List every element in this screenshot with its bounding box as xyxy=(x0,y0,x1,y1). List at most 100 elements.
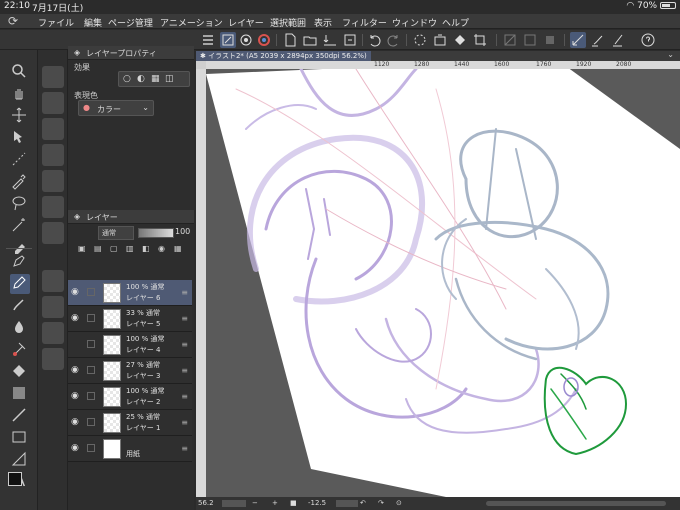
move-tool-icon[interactable] xyxy=(10,106,30,126)
layer-row[interactable]: ◉ 27 % 通常 レイヤー 3 ≡ xyxy=(68,358,192,384)
eye-icon[interactable] xyxy=(71,339,81,349)
subtool-button-2[interactable] xyxy=(42,92,64,114)
eye-icon[interactable]: ◉ xyxy=(71,391,81,401)
new-vector-layer-icon[interactable]: ▤ xyxy=(94,244,102,253)
decoration-tool-icon[interactable] xyxy=(10,340,30,360)
layer-menu-icon[interactable]: ≡ xyxy=(181,366,188,375)
figure-tool-icon[interactable] xyxy=(10,406,30,426)
selection-tool-icon[interactable] xyxy=(10,150,30,170)
color-wheel-icon[interactable] xyxy=(238,32,254,48)
fill-icon[interactable] xyxy=(452,32,468,48)
menu-layer[interactable]: レイヤー xyxy=(228,16,264,29)
menu-animation[interactable]: アニメーション xyxy=(160,16,223,29)
layer-menu-icon[interactable]: ≡ xyxy=(181,418,188,427)
lasso-tool-icon[interactable] xyxy=(10,194,30,214)
zoom-in-icon[interactable]: + xyxy=(272,499,278,507)
gradient-tool-icon[interactable] xyxy=(10,384,30,404)
subtool-button-11[interactable] xyxy=(42,348,64,370)
clear-icon[interactable] xyxy=(432,32,448,48)
subtool-button-5[interactable] xyxy=(42,170,64,192)
invert-selection-icon[interactable] xyxy=(522,32,538,48)
horizontal-scrollbar[interactable] xyxy=(486,501,666,506)
opacity-slider[interactable] xyxy=(138,228,174,238)
chevron-down-icon[interactable]: ⌄ xyxy=(667,50,674,59)
menu-view[interactable]: 表示 xyxy=(314,16,332,29)
property-panel-header[interactable]: ◈ レイヤープロパティ xyxy=(68,46,194,60)
layer-row[interactable]: ◉ 100 % 通常 レイヤー 6 ≡ xyxy=(68,280,192,306)
frame-tool-icon[interactable] xyxy=(10,428,30,448)
transform-icon[interactable] xyxy=(472,32,488,48)
eye-icon[interactable]: ◉ xyxy=(71,417,81,427)
menu-selection[interactable]: 選択範囲 xyxy=(270,16,306,29)
rotate-left-icon[interactable]: ↶ xyxy=(360,499,366,507)
copy-layer-icon[interactable]: ◧ xyxy=(142,244,150,253)
layer-row[interactable]: ◉ 100 % 通常 レイヤー 2 ≡ xyxy=(68,384,192,410)
brush-tool-icon[interactable] xyxy=(10,296,30,316)
layer-row[interactable]: ◉ 用紙 ≡ xyxy=(68,436,192,462)
menu-edit[interactable]: 編集 xyxy=(84,16,102,29)
layer-lock-checkbox[interactable] xyxy=(87,340,95,348)
layer-menu-icon[interactable]: ≡ xyxy=(181,288,188,297)
layer-lock-checkbox[interactable] xyxy=(87,366,95,374)
object-tool-icon[interactable] xyxy=(10,128,30,148)
eye-icon[interactable]: ◉ xyxy=(71,365,81,375)
eye-icon[interactable]: ◉ xyxy=(71,313,81,323)
new-raster-layer-icon[interactable]: ▣ xyxy=(78,244,86,253)
rotate-right-icon[interactable]: ↷ xyxy=(378,499,384,507)
zoom-tool-icon[interactable] xyxy=(10,62,30,82)
subtool-button-3[interactable] xyxy=(42,118,64,140)
color-circle-icon[interactable] xyxy=(256,32,272,48)
quick-access-icon[interactable] xyxy=(220,32,236,48)
layer-lock-checkbox[interactable] xyxy=(87,392,95,400)
export-icon[interactable] xyxy=(342,32,358,48)
layer-menu-icon[interactable]: ≡ xyxy=(181,444,188,453)
layer-panel-header[interactable]: ◈ レイヤー xyxy=(68,210,194,224)
help-icon[interactable] xyxy=(640,32,656,48)
pencil-tool-icon[interactable] xyxy=(10,274,30,294)
layer-lock-checkbox[interactable] xyxy=(87,288,95,296)
layer-menu-icon[interactable]: ≡ xyxy=(181,392,188,401)
selection-layer-icon[interactable] xyxy=(542,32,558,48)
subtool-button-1[interactable] xyxy=(42,66,64,88)
app-logo-icon[interactable]: ⟳ xyxy=(8,14,18,28)
menu-file[interactable]: ファイル xyxy=(38,16,74,29)
hamburger-menu-icon[interactable] xyxy=(200,32,216,48)
main-color-swatch[interactable] xyxy=(8,472,22,486)
layer-lock-checkbox[interactable] xyxy=(87,418,95,426)
subtool-button-10[interactable] xyxy=(42,322,64,344)
select-none-icon[interactable] xyxy=(502,32,518,48)
loading-icon[interactable] xyxy=(412,32,428,48)
redo-icon[interactable] xyxy=(386,32,402,48)
opacity-value[interactable]: 100 xyxy=(175,227,190,236)
new-folder-icon[interactable]: ▢ xyxy=(110,244,118,253)
blend-mode-select[interactable]: 通常 xyxy=(98,226,134,240)
eye-icon[interactable]: ◉ xyxy=(71,287,81,297)
reset-rotation-icon[interactable]: ⊙ xyxy=(396,499,402,507)
zoom-slider[interactable] xyxy=(222,500,246,507)
layer-lock-checkbox[interactable] xyxy=(87,314,95,322)
layer-row[interactable]: ◉ 25 % 通常 レイヤー 1 ≡ xyxy=(68,410,192,436)
layer-lock-checkbox[interactable] xyxy=(87,444,95,452)
effect-buttons[interactable]: ○ ◐ ▦ ◫ xyxy=(118,71,190,87)
new-file-icon[interactable] xyxy=(282,32,298,48)
eyedropper-tool-icon[interactable] xyxy=(10,172,30,192)
brush-snap-icon[interactable] xyxy=(590,32,606,48)
border-effect-icon[interactable]: ○ xyxy=(123,74,131,84)
rotation-value[interactable]: -12.5 xyxy=(308,499,326,507)
menu-help[interactable]: ヘルプ xyxy=(442,16,469,29)
mask-icon[interactable]: ◉ xyxy=(158,244,165,253)
save-icon[interactable] xyxy=(322,32,338,48)
pen-snap-icon[interactable] xyxy=(610,32,626,48)
subtool-button-9[interactable] xyxy=(42,296,64,318)
subtool-button-6[interactable] xyxy=(42,196,64,218)
zoom-value[interactable]: 56.2 xyxy=(198,499,214,507)
layer-row[interactable]: 100 % 通常 レイヤー 4 ≡ xyxy=(68,332,192,358)
subtool-button-7[interactable] xyxy=(42,222,64,244)
rotation-slider[interactable] xyxy=(336,500,358,507)
layer-menu-icon[interactable]: ≡ xyxy=(181,340,188,349)
pen-tool-icon[interactable] xyxy=(10,252,30,272)
expression-color-select[interactable]: ● カラー ⌄ xyxy=(78,100,154,116)
ruler-snap-icon[interactable] xyxy=(570,32,586,48)
layer-color-icon[interactable]: ▦ xyxy=(151,74,160,84)
ruler-tool-icon[interactable] xyxy=(10,450,30,470)
